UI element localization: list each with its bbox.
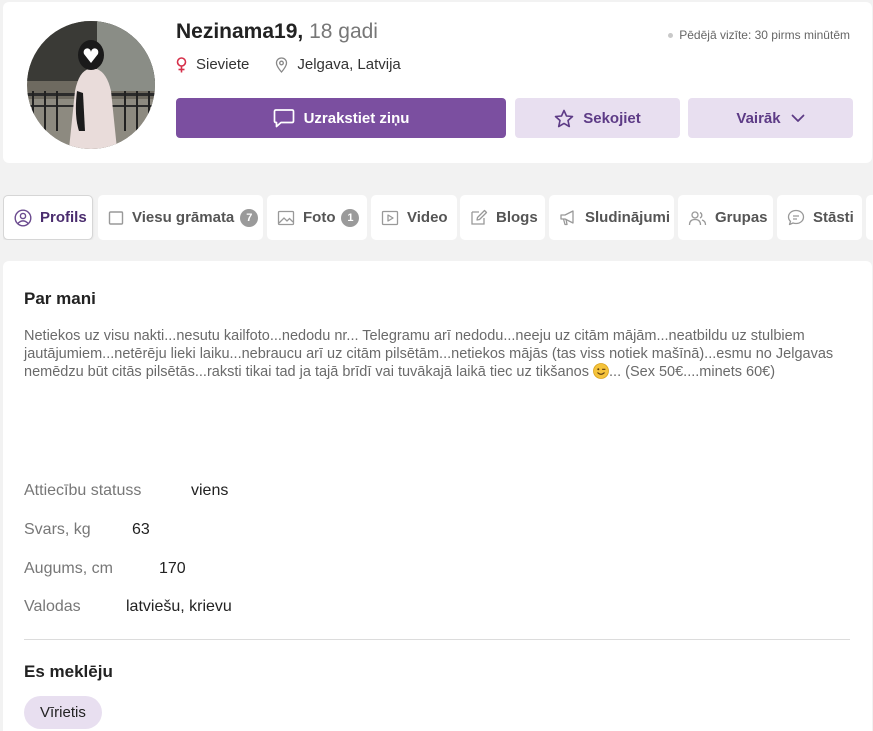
send-message-label: Uzrakstiet ziņu [303,109,410,127]
tab-groups-label: Grupas [715,209,768,226]
profile-header: Nezinama19, 18 gadi Pēdējā vizīte: 30 pi… [3,2,872,163]
tab-stories-label: Stāsti [813,209,854,226]
location-pin-icon [276,56,288,73]
detail-label: Svars, kg [24,521,91,538]
profile-tabs: Profils Viesu grāmata 7 Foto 1 Video Blo… [3,195,873,240]
tab-blogs[interactable]: Blogs [460,195,545,240]
tab-video-label: Video [407,209,448,226]
detail-value: 63 [132,521,150,538]
detail-value: latviešu, krievu [126,598,232,615]
tab-guestbook[interactable]: Viesu grāmata 7 [98,195,263,240]
wink-emoji-icon [593,363,609,379]
tab-groups[interactable]: Grupas [678,195,773,240]
detail-weight: Svars, kg 63 [24,521,150,539]
tab-profile[interactable]: Profils [3,195,93,240]
send-message-button[interactable]: Uzrakstiet ziņu [176,98,506,138]
age: 18 gadi [309,20,378,43]
message-bubble-icon [273,109,294,128]
chat-icon [787,209,805,226]
tab-blogs-label: Blogs [496,209,538,226]
status-dot-icon [668,32,674,38]
about-title: Par mani [24,289,96,308]
users-icon [688,210,707,225]
tab-guestbook-label: Viesu grāmata [132,209,235,226]
detail-value: viens [191,482,229,499]
image-icon [277,210,295,225]
follow-label: Sekojiet [583,109,641,127]
tab-ads[interactable]: Sludinājumi [549,195,674,240]
gender-label: Sieviete [196,56,250,73]
tab-ads-label: Sludinājumi [585,209,671,226]
avatar[interactable] [27,21,155,149]
about-body-end: ... (Sex 50€....minets 60€) [609,364,776,380]
more-label: Vairāk [736,109,781,127]
tab-profile-label: Profils [40,209,87,226]
detail-relationship: Attiecību statuss viens [24,482,228,500]
detail-height: Augums, cm 170 [24,560,186,578]
female-icon [176,56,187,72]
pencil-icon [471,209,488,225]
location-label: Jelgava, Latvija [297,56,401,73]
book-icon [108,210,124,225]
follow-button[interactable]: Sekojiet [515,98,680,138]
photos-count-badge: 1 [341,208,360,227]
guestbook-count-badge: 7 [240,208,259,227]
detail-label: Valodas [24,598,81,615]
username: Nezinama19, [176,20,304,43]
looking-for-title: Es meklēju [24,662,113,681]
detail-label: Attiecību statuss [24,482,142,499]
star-icon [554,109,574,127]
user-circle-icon [14,208,32,227]
megaphone-icon [560,210,574,226]
tab-overflow[interactable] [866,195,873,240]
looking-for-chip: Vīrietis [24,696,102,729]
tab-stories[interactable]: Stāsti [777,195,862,240]
divider [24,639,850,640]
tab-photos[interactable]: Foto 1 [267,195,367,240]
tab-photos-label: Foto [303,209,336,226]
chevron-down-icon [791,114,805,122]
profile-content: Par mani Netiekos uz visu nakti...nesutu… [3,261,872,731]
detail-languages: Valodas latviešu, krievu [24,598,232,616]
video-icon [381,210,399,225]
avatar-photo [27,21,155,149]
tab-video[interactable]: Video [371,195,457,240]
about-text: Netiekos uz visu nakti...nesutu kailfoto… [24,328,854,382]
more-button[interactable]: Vairāk [688,98,853,138]
profile-name: Nezinama19, 18 gadi [176,20,378,44]
last-visit-status: Pēdējā vizīte: 30 pirms minūtēm [668,28,850,42]
profile-meta: Sieviete Jelgava, Latvija [176,56,427,73]
last-visit-text: Pēdējā vizīte: 30 pirms minūtēm [679,28,850,42]
location-info: Jelgava, Latvija [275,56,401,73]
looking-for-value: Vīrietis [40,704,86,721]
gender-info: Sieviete [176,56,249,73]
detail-value: 170 [159,560,186,577]
detail-label: Augums, cm [24,560,113,577]
